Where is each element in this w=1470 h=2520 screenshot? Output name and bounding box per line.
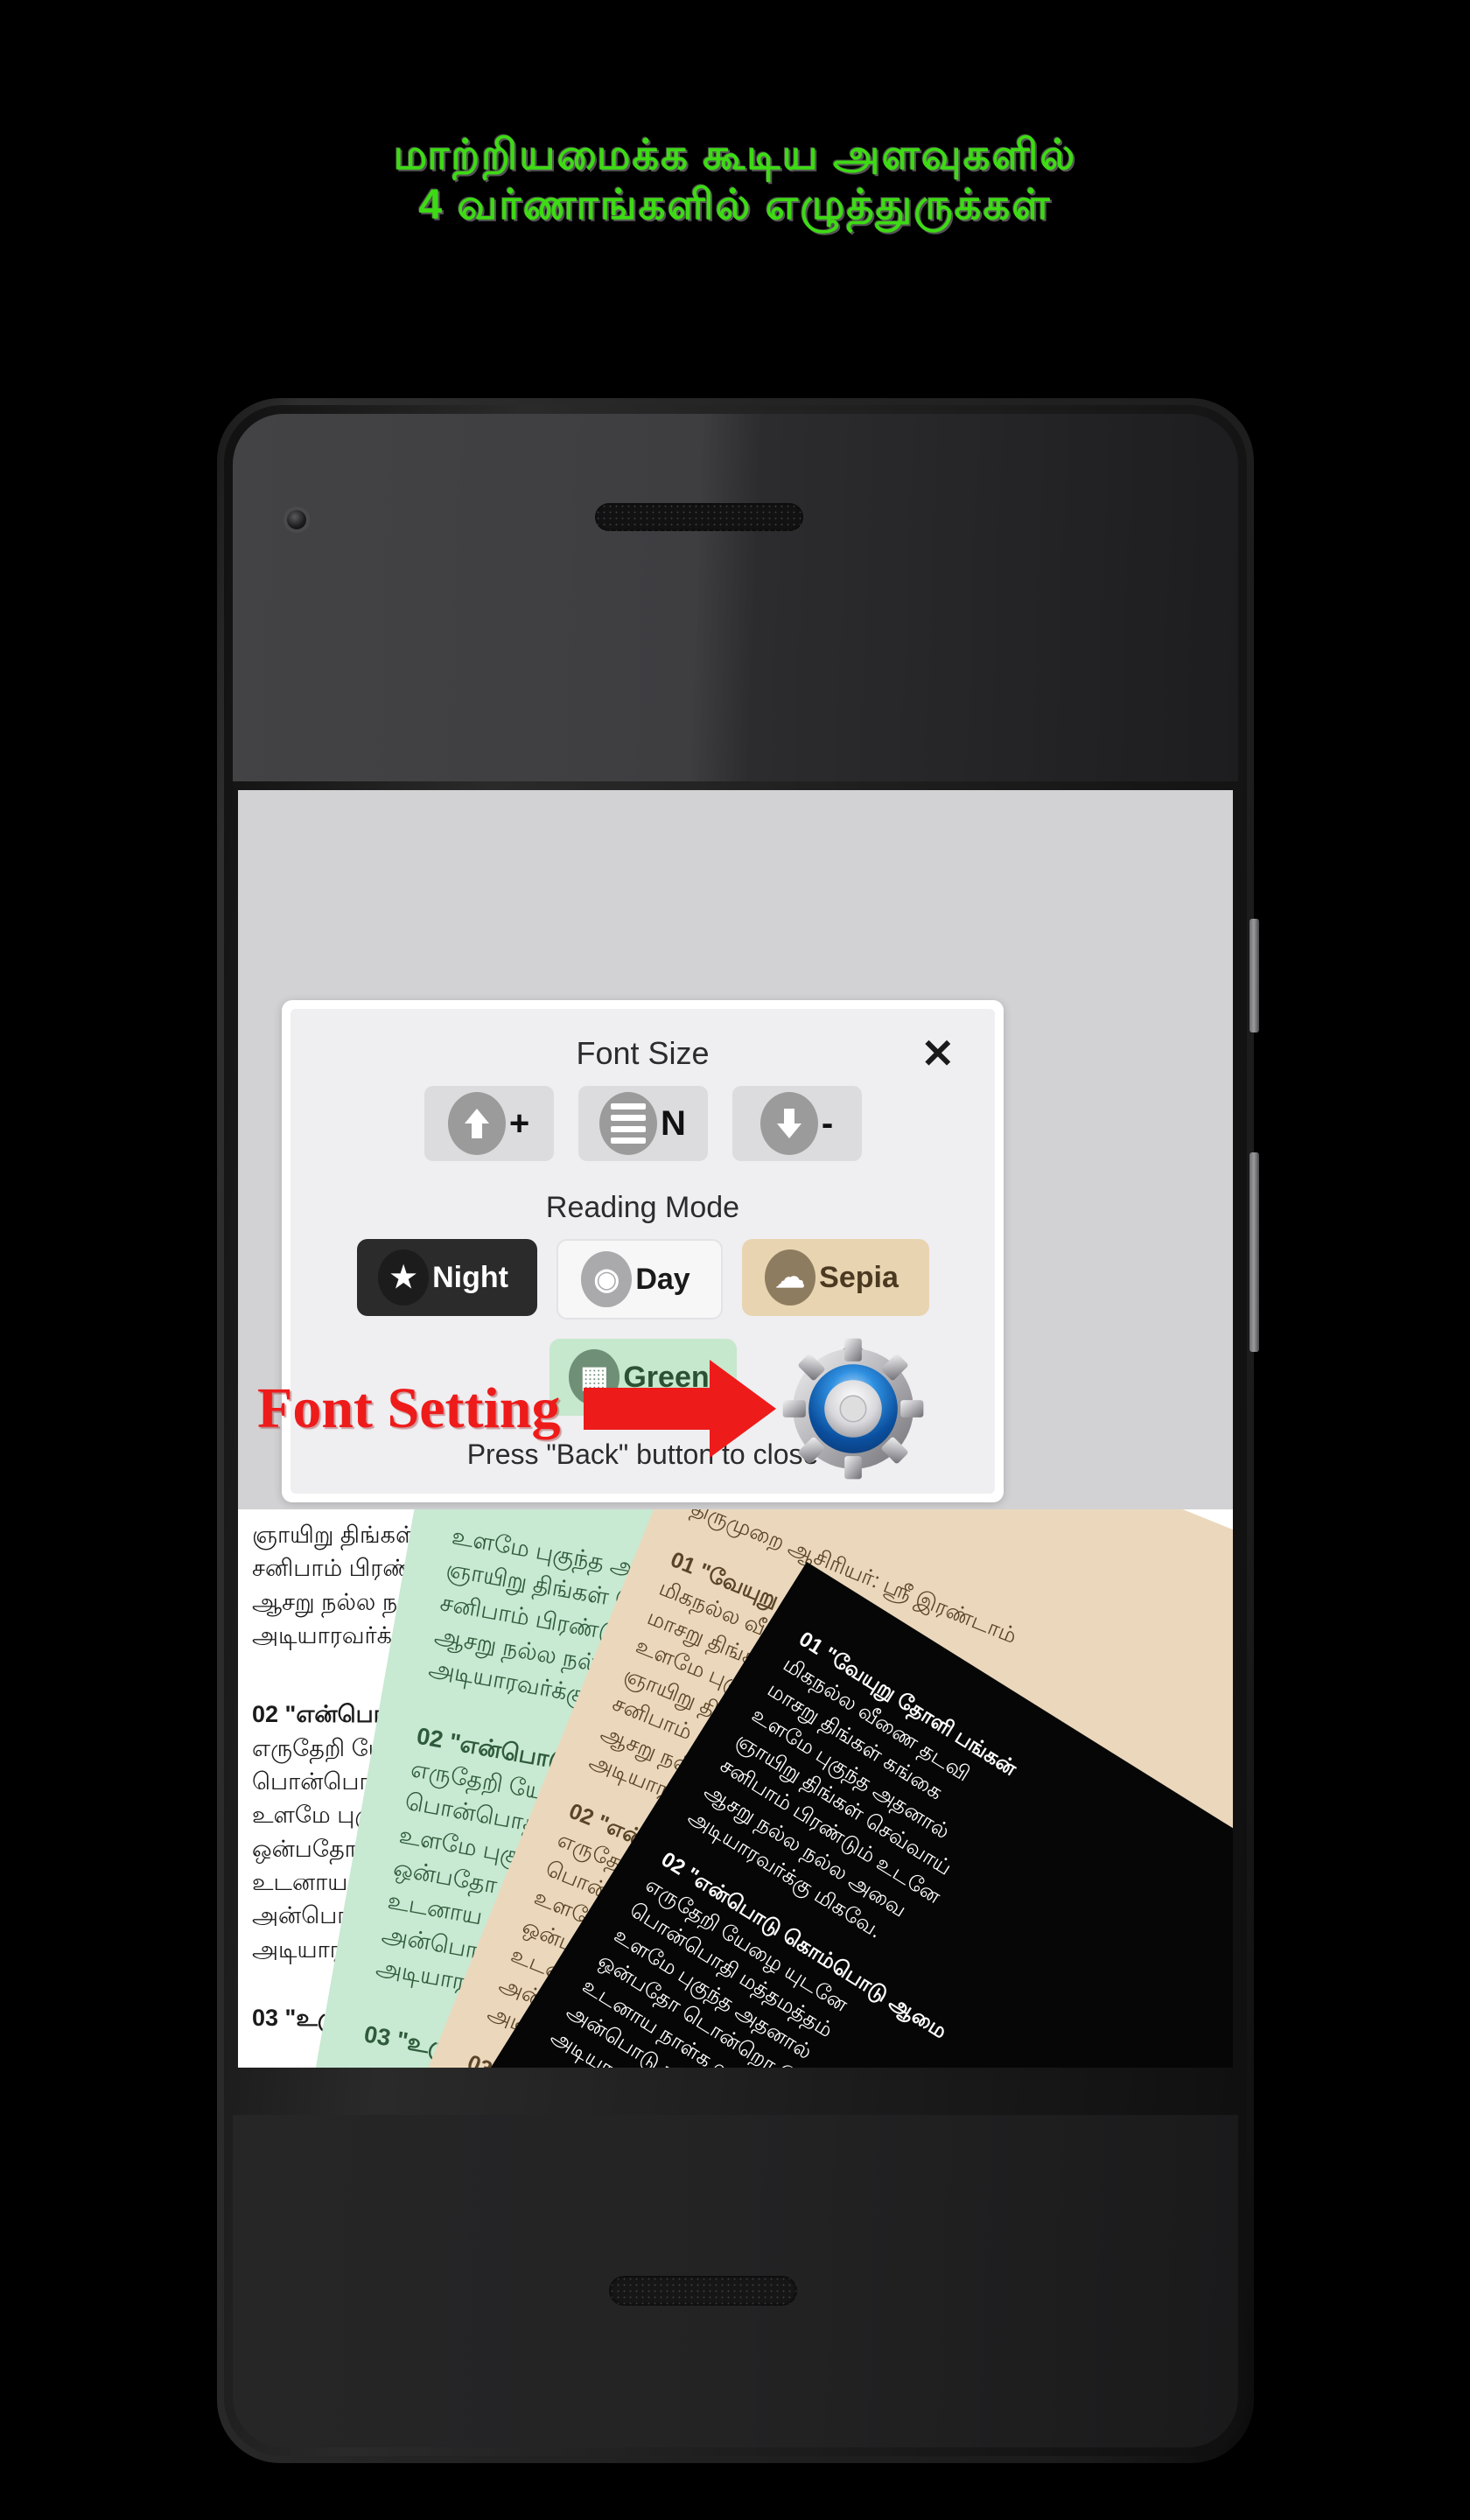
promo-line-2: 4 வர்ணாங்களில் எழுத்துருக்கள் bbox=[418, 181, 1052, 228]
promo-headline: மாற்றியமைக்க கூடிய அளவுகளில் 4 வர்ணாங்கள… bbox=[0, 131, 1470, 230]
phone-top-glass bbox=[233, 414, 1238, 781]
eye-icon: ◉ bbox=[581, 1251, 633, 1307]
font-normal-symbol: N bbox=[661, 1103, 686, 1143]
mode-sepia-label: Sepia bbox=[819, 1260, 899, 1294]
reading-mode-title: Reading Mode bbox=[545, 1191, 740, 1224]
screenshot-root: மாற்றியமைக்க கூடிய அளவுகளில் 4 வர்ணாங்கள… bbox=[0, 0, 1470, 2520]
lines-icon bbox=[599, 1092, 658, 1155]
mode-sepia-button[interactable]: ☁ Sepia bbox=[741, 1239, 929, 1316]
arrow-down-icon bbox=[760, 1092, 818, 1155]
front-camera-icon bbox=[287, 510, 306, 529]
close-icon[interactable]: ✕ bbox=[920, 1032, 955, 1075]
cloud-icon: ☁ bbox=[765, 1250, 816, 1306]
mode-night-label: Night bbox=[432, 1260, 508, 1294]
gear-icon[interactable] bbox=[781, 1337, 925, 1480]
phone-device: Font Size ✕ + N - Reading Mode ★ Night ◉… bbox=[217, 398, 1259, 2463]
star-icon: ★ bbox=[378, 1250, 430, 1306]
font-setting-banner: Font Setting bbox=[238, 1326, 1233, 1492]
mode-day-button[interactable]: ◉ Day bbox=[556, 1239, 723, 1320]
font-preview-area: ஞாயிறு திங்கள் செவ்வாய் புதன் சனிபாம் பி… bbox=[238, 1509, 1233, 2068]
font-setting-label: Font Setting bbox=[257, 1376, 561, 1440]
font-decrease-symbol: - bbox=[821, 1103, 834, 1143]
dialog-title: Font Size bbox=[576, 1035, 710, 1071]
promo-line-1: மாற்றியமைக்க கூடிய அளவுகளில் bbox=[393, 132, 1077, 178]
reading-mode-row: ★ Night ◉ Day ☁ Sepia bbox=[290, 1239, 995, 1320]
font-increase-symbol: + bbox=[508, 1103, 530, 1143]
volume-button[interactable] bbox=[1250, 1152, 1259, 1352]
bottom-speaker bbox=[609, 2276, 797, 2306]
mode-night-button[interactable]: ★ Night bbox=[356, 1239, 537, 1316]
mode-day-label: Day bbox=[635, 1262, 690, 1296]
font-normal-button[interactable]: N bbox=[578, 1086, 708, 1161]
power-button[interactable] bbox=[1250, 919, 1259, 1032]
dialog-title-row: Font Size ✕ bbox=[290, 1028, 995, 1079]
font-increase-button[interactable]: + bbox=[424, 1086, 554, 1161]
phone-screen: Font Size ✕ + N - Reading Mode ★ Night ◉… bbox=[238, 790, 1233, 2068]
arrow-up-icon bbox=[447, 1092, 506, 1155]
font-size-button-row: + N - bbox=[290, 1086, 995, 1161]
earpiece-speaker bbox=[595, 503, 803, 531]
font-decrease-button[interactable]: - bbox=[732, 1086, 862, 1161]
right-arrow-icon bbox=[583, 1360, 776, 1458]
